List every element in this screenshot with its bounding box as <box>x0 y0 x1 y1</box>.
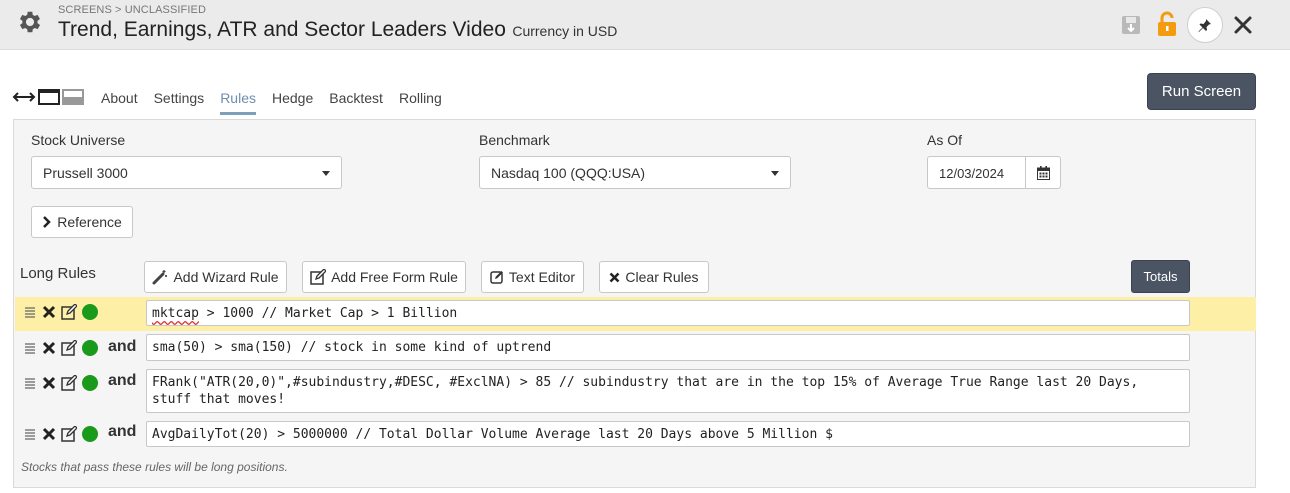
tab-rules[interactable]: Rules <box>220 90 256 115</box>
status-dot-icon[interactable] <box>82 375 98 391</box>
rule-text-field[interactable]: mktcap > 1000 // Market Cap > 1 Billion <box>146 300 1190 326</box>
delete-rule-icon[interactable] <box>42 427 56 441</box>
edit-square-icon <box>490 271 503 284</box>
delete-rule-icon[interactable] <box>42 376 56 390</box>
add-free-form-rule-button[interactable]: Add Free Form Rule <box>302 261 466 293</box>
rule-connector: and <box>108 338 137 355</box>
x-icon <box>610 272 620 282</box>
spellcheck-word: mktcap <box>152 306 199 321</box>
add-free-form-rule-label: Add Free Form Rule <box>331 269 458 285</box>
text-editor-button[interactable]: Text Editor <box>481 261 584 293</box>
drag-handle-icon[interactable] <box>24 377 36 389</box>
rule-connector: and <box>108 372 137 389</box>
pin-icon <box>1198 19 1211 32</box>
tab-bar: About Settings Rules Hedge Backtest Roll… <box>101 90 458 115</box>
calendar-icon <box>1036 165 1050 180</box>
rules-panel: Stock Universe Prussell 3000 Benchmark N… <box>13 119 1256 488</box>
benchmark-select[interactable]: Nasdaq 100 (QQQ:USA) <box>479 156 791 189</box>
wand-icon <box>152 270 168 285</box>
pin-button[interactable] <box>1187 7 1223 43</box>
full-width-layout-icon[interactable] <box>38 89 60 105</box>
rule-row: mktcap > 1000 // Market Cap > 1 Billion <box>15 297 1256 331</box>
rule-row: and sma(50) > sma(150) // stock in some … <box>15 332 1256 366</box>
add-wizard-rule-button[interactable]: Add Wizard Rule <box>144 261 287 293</box>
drag-handle-icon[interactable] <box>24 342 36 354</box>
clear-rules-label: Clear Rules <box>625 269 699 285</box>
rule-tools <box>24 426 98 442</box>
currency-label: Currency in USD <box>512 23 618 39</box>
chevron-right-icon <box>43 216 51 228</box>
caret-down-icon <box>322 171 330 176</box>
stock-universe-value: Prussell 3000 <box>43 165 128 181</box>
rule-text-rest: > 1000 // Market Cap > 1 Billion <box>198 306 458 321</box>
rule-text-field[interactable]: AvgDailyTot(20) > 5000000 // Total Dolla… <box>146 421 1190 447</box>
rule-tools <box>24 340 98 356</box>
breadcrumb[interactable]: SCREENS > UNCLASSIFIED <box>58 4 206 16</box>
as-of-label: As Of <box>927 132 963 148</box>
header-bar: SCREENS > UNCLASSIFIED Trend, Earnings, … <box>0 0 1290 50</box>
add-wizard-rule-label: Add Wizard Rule <box>173 269 279 285</box>
reference-label: Reference <box>57 214 122 230</box>
benchmark-label: Benchmark <box>479 132 550 148</box>
stock-universe-select[interactable]: Prussell 3000 <box>31 156 342 189</box>
reference-button[interactable]: Reference <box>31 206 133 238</box>
as-of-date-input[interactable]: 12/03/2024 <box>927 156 1026 189</box>
rule-tools <box>24 304 98 320</box>
edit-rule-icon[interactable] <box>61 340 77 356</box>
edit-rule-icon[interactable] <box>61 426 77 442</box>
page-title: Trend, Earnings, ATR and Sector Leaders … <box>58 18 506 41</box>
text-editor-label: Text Editor <box>508 269 576 285</box>
rule-row: and AvgDailyTot(20) > 5000000 // Total D… <box>15 418 1256 452</box>
rule-text-field[interactable]: sma(50) > sma(150) // stock in some kind… <box>146 334 1190 361</box>
gear-icon[interactable] <box>16 8 44 36</box>
caret-down-icon <box>771 171 779 176</box>
edit-rule-icon[interactable] <box>61 304 77 320</box>
tab-hedge[interactable]: Hedge <box>272 90 313 115</box>
long-rules-heading: Long Rules <box>20 265 96 282</box>
tab-rolling[interactable]: Rolling <box>399 90 442 115</box>
split-layout-icon[interactable] <box>62 89 84 105</box>
edit-rule-icon[interactable] <box>61 375 77 391</box>
rule-row: and FRank("ATR(20,0)",#subindustry,#DESC… <box>15 366 1256 416</box>
rule-connector: and <box>108 423 137 440</box>
lock-icon[interactable] <box>1156 11 1178 37</box>
page-title-row: Trend, Earnings, ATR and Sector Leaders … <box>58 18 617 42</box>
totals-button[interactable]: Totals <box>1131 260 1190 293</box>
close-icon[interactable] <box>1232 14 1254 36</box>
status-dot-icon[interactable] <box>82 304 98 320</box>
calendar-button[interactable] <box>1025 156 1061 189</box>
long-rules-note: Stocks that pass these rules will be lon… <box>21 460 288 474</box>
drag-handle-icon[interactable] <box>24 306 36 318</box>
expand-horizontal-icon[interactable] <box>12 90 36 104</box>
clear-rules-button[interactable]: Clear Rules <box>599 261 709 293</box>
layout-toggle[interactable] <box>12 87 84 107</box>
drag-handle-icon[interactable] <box>24 428 36 440</box>
rule-text-field[interactable]: FRank("ATR(20,0)",#subindustry,#DESC, #E… <box>146 369 1190 413</box>
tab-backtest[interactable]: Backtest <box>329 90 383 115</box>
tab-about[interactable]: About <box>101 90 138 115</box>
status-dot-icon[interactable] <box>82 426 98 442</box>
tab-settings[interactable]: Settings <box>154 90 205 115</box>
stock-universe-label: Stock Universe <box>31 132 126 148</box>
run-screen-button[interactable]: Run Screen <box>1147 73 1256 110</box>
delete-rule-icon[interactable] <box>42 341 56 355</box>
rule-tools <box>24 375 98 391</box>
benchmark-value: Nasdaq 100 (QQQ:USA) <box>491 165 646 181</box>
edit-icon <box>310 269 327 285</box>
save-icon[interactable] <box>1120 14 1142 36</box>
delete-rule-icon[interactable] <box>42 305 56 319</box>
status-dot-icon[interactable] <box>82 340 98 356</box>
